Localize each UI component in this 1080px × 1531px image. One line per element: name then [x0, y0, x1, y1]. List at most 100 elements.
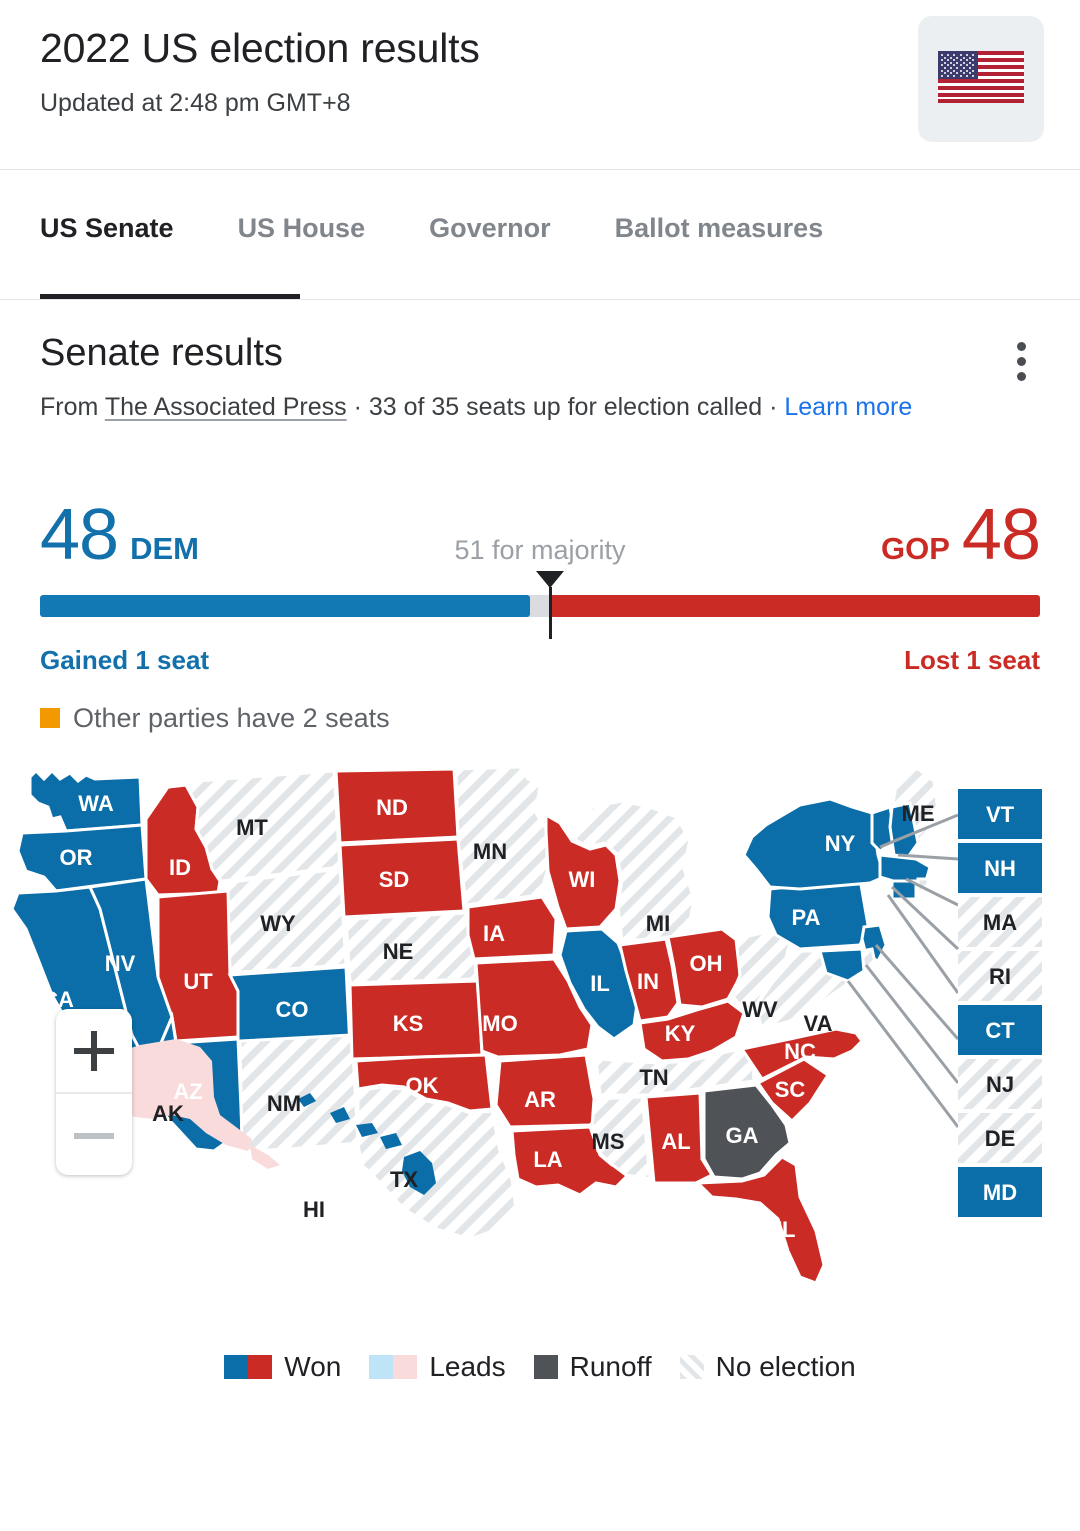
legend-swatch-dem-leads: [369, 1355, 394, 1379]
state-label-NC: NC: [784, 1039, 816, 1064]
page-header: 2022 US election results Updated at 2:48…: [0, 0, 1080, 170]
updated-timestamp: Updated at 2:48 pm GMT+8: [40, 89, 351, 117]
state-label-KS: KS: [393, 1011, 424, 1036]
state-label-OK: OK: [406, 1073, 439, 1098]
gop-label: GOP: [881, 531, 950, 566]
callout-label-MA: MA: [983, 910, 1017, 935]
callout-label-MD: MD: [983, 1180, 1017, 1205]
callout-label-DE: DE: [985, 1126, 1016, 1151]
state-TX[interactable]: [356, 1085, 518, 1241]
us-election-map[interactable]: WA OR CA NV ID MT WY UT CO AZ NM ND SD N…: [0, 759, 1080, 1339]
results-header: Senate results From The Associated Press…: [0, 300, 1080, 429]
results-source-line: From The Associated Press · 33 of 35 sea…: [40, 386, 920, 429]
source-prefix: From: [40, 393, 105, 421]
state-label-TN: TN: [639, 1065, 668, 1090]
state-label-SC: SC: [775, 1077, 806, 1102]
state-label-LA: LA: [533, 1147, 562, 1172]
legend-item-no-election: No election: [679, 1351, 856, 1383]
state-label-ME: ME: [902, 801, 935, 826]
seat-bar-gop-fill: [550, 595, 1040, 617]
dem-label: DEM: [130, 531, 199, 566]
state-label-IL: IL: [590, 971, 610, 996]
state-label-VA: VA: [804, 1011, 833, 1036]
legend-swatch-dem-won: [224, 1355, 249, 1379]
seat-bar: [40, 571, 1040, 639]
state-label-NY: NY: [825, 831, 856, 856]
state-label-ID: ID: [169, 855, 191, 880]
state-label-PA: PA: [792, 905, 821, 930]
state-label-NM: NM: [267, 1091, 301, 1116]
dem-seat-count: 48: [40, 495, 119, 575]
legend-swatch-runoff: [533, 1355, 558, 1379]
active-tab-indicator: [40, 294, 300, 299]
section-tabs[interactable]: US Senate US House Governor Ballot measu…: [0, 170, 1080, 300]
map-legend: Won Leads Runoff No election: [0, 1341, 1080, 1393]
source-link[interactable]: The Associated Press: [105, 393, 347, 421]
legend-item-leads: Leads: [369, 1351, 506, 1383]
state-label-OH: OH: [690, 951, 723, 976]
legend-label-won: Won: [284, 1351, 342, 1382]
other-parties-label: Other parties have 2 seats: [73, 703, 390, 733]
state-label-WV: WV: [742, 997, 778, 1022]
tab-us-house[interactable]: US House: [206, 170, 398, 243]
state-label-UT: UT: [183, 969, 213, 994]
us-flag-tile: [918, 16, 1044, 142]
tab-us-senate[interactable]: US Senate: [40, 170, 206, 243]
state-label-SD: SD: [379, 867, 410, 892]
zoom-out-button[interactable]: [56, 1092, 132, 1175]
state-label-FL: FL: [769, 1217, 796, 1242]
page-title: 2022 US election results: [40, 25, 480, 71]
state-label-CO: CO: [276, 997, 309, 1022]
other-parties-row: Other parties have 2 seats: [40, 701, 1040, 735]
state-label-IA: IA: [483, 921, 505, 946]
state-label-WA: WA: [78, 791, 114, 816]
us-map-svg[interactable]: WA OR CA NV ID MT WY UT CO AZ NM ND SD N…: [0, 759, 1080, 1339]
legend-swatch-gop-won: [248, 1355, 273, 1379]
state-label-KY: KY: [665, 1021, 696, 1046]
majority-marker-line: [549, 587, 552, 639]
gop-tally: GOP 48: [881, 495, 1041, 575]
callout-label-CT: CT: [985, 1018, 1015, 1043]
dem-tally: 48 DEM: [40, 499, 199, 571]
state-label-WI: WI: [569, 867, 596, 892]
map-zoom-controls[interactable]: [56, 1009, 132, 1175]
state-MN[interactable]: [454, 765, 550, 907]
legend-label-leads: Leads: [429, 1351, 506, 1382]
results-title: Senate results: [40, 332, 283, 374]
us-flag-icon: [938, 51, 1024, 103]
legend-label-no-election: No election: [715, 1351, 856, 1382]
gop-seat-delta: Lost 1 seat: [904, 645, 1040, 675]
kebab-menu-icon[interactable]: [1008, 330, 1036, 381]
state-label-AL: AL: [661, 1129, 690, 1154]
other-parties-swatch: [40, 708, 60, 728]
seat-delta-row: Gained 1 seat Lost 1 seat: [40, 645, 1040, 679]
callout-label-RI: RI: [989, 964, 1011, 989]
callout-label-NJ: NJ: [986, 1072, 1014, 1097]
callout-label-NH: NH: [984, 856, 1016, 881]
zoom-in-button[interactable]: [56, 1009, 132, 1092]
state-label-GA: GA: [726, 1123, 759, 1148]
state-label-ND: ND: [376, 795, 408, 820]
dem-seat-delta: Gained 1 seat: [40, 645, 210, 675]
state-label-TX: TX: [390, 1167, 418, 1192]
state-label-OR: OR: [60, 845, 93, 870]
state-label-AR: AR: [524, 1087, 556, 1112]
state-NY[interactable]: [742, 797, 886, 891]
legend-item-won: Won: [224, 1351, 341, 1383]
callout-boxes[interactable]: [958, 789, 1042, 1217]
state-label-AK: AK: [152, 1101, 184, 1126]
source-middle: · 33 of 35 seats up for election called …: [346, 393, 785, 421]
majority-threshold-label: 51 for majority: [454, 535, 626, 565]
state-label-MT: MT: [236, 815, 268, 840]
tab-governor[interactable]: Governor: [397, 170, 583, 243]
state-IA[interactable]: [466, 895, 558, 961]
state-label-MI: MI: [646, 911, 670, 936]
legend-swatch-gop-leads: [393, 1355, 418, 1379]
legend-label-runoff: Runoff: [569, 1351, 652, 1382]
callout-label-VT: VT: [986, 802, 1015, 827]
learn-more-link[interactable]: Learn more: [784, 393, 912, 421]
gop-seat-count: 48: [961, 495, 1041, 575]
state-label-MN: MN: [473, 839, 507, 864]
tab-ballot-measures[interactable]: Ballot measures: [583, 170, 856, 243]
legend-item-runoff: Runoff: [533, 1351, 652, 1383]
